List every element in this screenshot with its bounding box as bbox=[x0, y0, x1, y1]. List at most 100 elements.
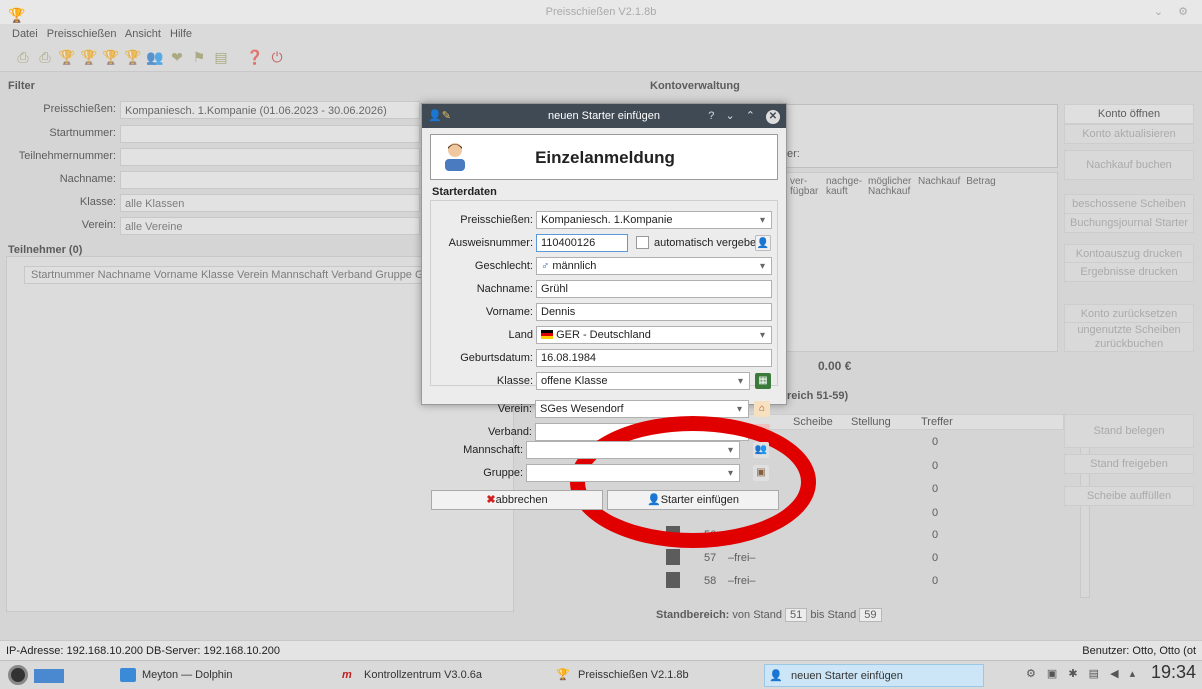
gruppe-select[interactable] bbox=[526, 464, 740, 482]
dialog-heading: Einzelanmeldung bbox=[535, 148, 675, 167]
account-label: er: bbox=[787, 148, 800, 160]
bis-stand-spinner[interactable]: 59 bbox=[859, 608, 882, 622]
preisschiessen-select[interactable]: Kompaniesch. 1.Kompanie bbox=[536, 211, 772, 229]
german-flag-icon bbox=[541, 330, 553, 339]
buchungsjournal-button[interactable]: Buchungsjournal Starter bbox=[1064, 213, 1194, 233]
filter-label: Teilnehmernummer: bbox=[18, 150, 116, 162]
task-dolphin[interactable]: Meyton — Dolphin bbox=[116, 664, 334, 687]
bis-stand-label: bis Stand bbox=[810, 609, 857, 621]
filter-klasse[interactable]: alle Klassen bbox=[120, 194, 420, 212]
klasse-edit-icon[interactable]: ▦ bbox=[755, 373, 771, 389]
mannschaft-select[interactable] bbox=[526, 441, 740, 459]
stand-freigeben-button[interactable]: Stand freigeben bbox=[1064, 454, 1194, 474]
field-label: Klasse: bbox=[496, 375, 533, 387]
gruppe-edit-icon[interactable]: ▣ bbox=[753, 465, 769, 481]
trophy-icon[interactable]: 🏆 bbox=[58, 47, 76, 67]
cancel-button[interactable]: ✖abbrechen bbox=[431, 490, 603, 510]
nachname-input[interactable]: Grühl bbox=[536, 280, 772, 298]
filter-nachname[interactable] bbox=[120, 171, 420, 189]
beschossene-scheiben-button[interactable]: beschossene Scheiben bbox=[1064, 194, 1194, 214]
person-lookup-icon[interactable]: 👤 bbox=[755, 235, 771, 251]
field-label: Verband: bbox=[487, 426, 532, 438]
account-title: Kontoverwaltung bbox=[650, 80, 740, 92]
filter-startnummer[interactable] bbox=[120, 125, 420, 143]
users-icon[interactable]: 👥 bbox=[146, 47, 164, 67]
power-icon[interactable]: ⏻ bbox=[268, 47, 286, 67]
trophy-icon[interactable]: 🏆 bbox=[102, 47, 120, 67]
ausweisnummer-input[interactable]: 110400126 bbox=[536, 234, 628, 252]
statusbar: IP-Adresse: 192.168.10.200 DB-Server: 19… bbox=[0, 640, 1202, 660]
account-columns: ver-fügbar nachge-kauft möglicher Nachka… bbox=[790, 177, 996, 197]
verein-edit-icon[interactable]: ⌂ bbox=[754, 401, 770, 417]
menubar: Datei Preisschießen Ansicht Hilfe bbox=[0, 24, 1202, 44]
stand-belegen-button[interactable]: Stand belegen bbox=[1064, 414, 1194, 448]
land-select[interactable]: GER - Deutschland bbox=[536, 326, 772, 344]
person-add-icon: 👤 bbox=[769, 670, 783, 682]
geburtsdatum-input[interactable]: 16.08.1984 bbox=[536, 349, 772, 367]
help-icon[interactable]: ❓ bbox=[246, 47, 264, 67]
start-menu-icon[interactable] bbox=[8, 665, 28, 685]
von-stand-label: von Stand bbox=[732, 609, 782, 621]
field-label: Ausweisnummer: bbox=[448, 237, 533, 249]
konto-aktualisieren-button[interactable]: Konto aktualisieren bbox=[1064, 124, 1194, 144]
von-stand-spinner[interactable]: 51 bbox=[785, 608, 808, 622]
window-controls[interactable]: ⌄ ⚙ bbox=[1154, 0, 1194, 24]
folder-icon bbox=[120, 668, 136, 682]
task-kontrollzentrum[interactable]: m Kontrollzentrum V3.0.6a bbox=[338, 664, 548, 687]
meyton-icon: m bbox=[342, 669, 352, 681]
kontoauszug-drucken-button[interactable]: Kontoauszug drucken bbox=[1064, 244, 1194, 264]
scheibe-auffuellen-button[interactable]: Scheibe auffüllen bbox=[1064, 486, 1194, 506]
konto-oeffnen-button[interactable]: Konto öffnen bbox=[1064, 104, 1194, 124]
status-ip: IP-Adresse: 192.168.10.200 DB-Server: 19… bbox=[6, 645, 280, 657]
dialog-controls[interactable]: ? ⌄ ⌃ ✕ bbox=[708, 104, 780, 128]
starterdaten-group: Preisschießen: Kompaniesch. 1.Kompanie A… bbox=[430, 200, 778, 390]
col-scheibe: Scheibe bbox=[793, 416, 833, 428]
field-label: Geburtsdatum: bbox=[460, 352, 533, 364]
starterdaten-label: Starterdaten bbox=[432, 186, 497, 198]
vorname-input[interactable]: Dennis bbox=[536, 303, 772, 321]
insert-starter-button[interactable]: 👤Starter einfügen bbox=[607, 490, 779, 510]
filter-label: Klasse: bbox=[79, 196, 116, 208]
nachkauf-buchen-button[interactable]: Nachkauf buchen bbox=[1064, 150, 1194, 180]
ergebnisse-drucken-button[interactable]: Ergebnisse drucken bbox=[1064, 262, 1194, 282]
ungenutzte-scheiben-button[interactable]: ungenutzte Scheiben zurückbuchen bbox=[1064, 322, 1194, 352]
flag-icon[interactable]: ⚑ bbox=[190, 47, 208, 67]
auto-label: automatisch vergeben bbox=[654, 237, 763, 249]
field-label: Geschlecht: bbox=[474, 260, 533, 272]
geschlecht-select[interactable]: ♂ männlich bbox=[536, 257, 772, 275]
filter-label: Nachname: bbox=[59, 173, 116, 185]
klasse-select[interactable]: offene Klasse bbox=[536, 372, 750, 390]
field-label: Verein: bbox=[497, 403, 532, 415]
mannschaft-edit-icon[interactable]: 👥 bbox=[753, 442, 769, 458]
menu-preisschiessen[interactable]: Preisschießen bbox=[47, 28, 117, 40]
task-preisschiessen[interactable]: 🏆 Preisschießen V2.1.8b bbox=[552, 664, 752, 687]
col-stellung: Stellung bbox=[851, 416, 891, 428]
system-tray[interactable]: ⚙ ▣ ✱ ▤ ◀ ▴ bbox=[1026, 667, 1139, 680]
table-row[interactable]: 58 –frei– 0 bbox=[664, 570, 1084, 592]
menu-ansicht[interactable]: Ansicht bbox=[125, 28, 161, 40]
menu-datei[interactable]: Datei bbox=[12, 28, 38, 40]
col-nachgekauft: nachge-kauft bbox=[826, 176, 863, 197]
print-alt-icon[interactable]: ⎙ bbox=[36, 47, 54, 67]
field-label: Nachname: bbox=[476, 283, 533, 295]
filter-preisschiessen[interactable]: Kompaniesch. 1.Kompanie (01.06.2023 - 30… bbox=[120, 101, 420, 119]
trophy-icon[interactable]: 🏆 bbox=[80, 47, 98, 67]
konto-zuruecksetzen-button[interactable]: Konto zurücksetzen bbox=[1064, 304, 1194, 324]
range-title: reich 51-59) bbox=[787, 390, 849, 402]
desktop-pager[interactable] bbox=[34, 669, 64, 683]
filter-verein[interactable]: alle Vereine bbox=[120, 217, 420, 235]
trophy-icon[interactable]: 🏆 bbox=[124, 47, 142, 67]
table-row[interactable]: 57 –frei– 0 bbox=[664, 547, 1084, 569]
filter-teilnehmernummer[interactable] bbox=[120, 148, 420, 166]
col-nachkauf: Nachkauf bbox=[918, 176, 961, 187]
close-icon[interactable]: ✕ bbox=[766, 110, 780, 124]
list-icon[interactable]: ▤ bbox=[212, 47, 230, 67]
auto-checkbox[interactable] bbox=[636, 236, 649, 249]
print-icon[interactable]: ⎙ bbox=[14, 47, 32, 67]
clock[interactable]: 19:34 bbox=[1151, 662, 1196, 683]
heart-icon[interactable]: ❤ bbox=[168, 47, 186, 67]
window-titlebar: 🏆 Preisschießen V2.1.8b ⌄ ⚙ bbox=[0, 0, 1202, 24]
verein-select[interactable]: SGes Wesendorf bbox=[535, 400, 749, 418]
task-neuer-starter[interactable]: 👤 neuen Starter einfügen bbox=[764, 664, 984, 687]
menu-hilfe[interactable]: Hilfe bbox=[170, 28, 192, 40]
